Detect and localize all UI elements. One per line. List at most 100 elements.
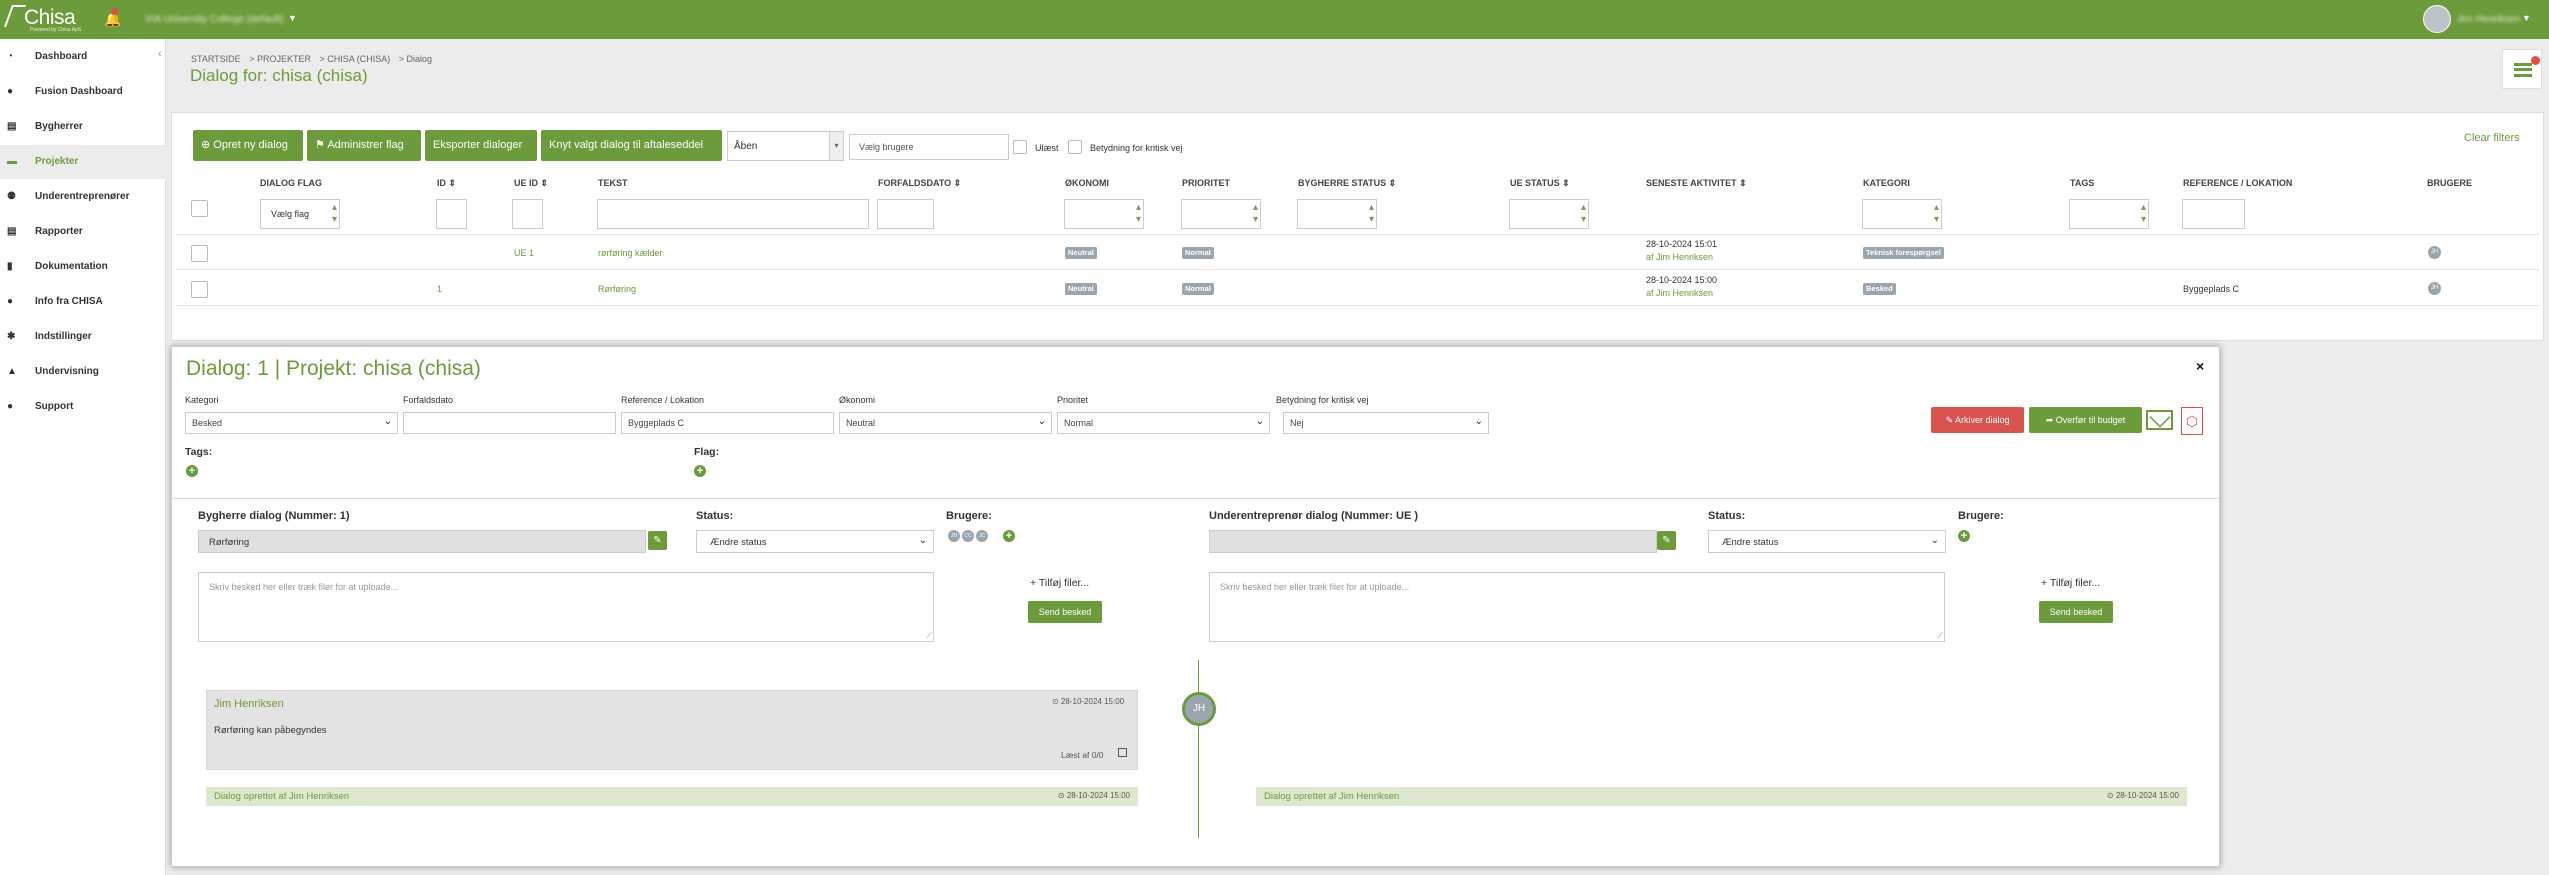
add-tag-icon[interactable]: + [186,465,198,477]
list-toggle-button[interactable] [2502,49,2542,89]
users-filter-input[interactable]: Vælg brugere [849,134,1009,160]
link-agreement-button[interactable]: Knyt valgt dialog til aftaleseddel [541,130,722,161]
col-brugere[interactable]: BRUGERE [2427,178,2472,188]
id-filter-input[interactable] [436,199,467,229]
col-dialog-flag[interactable]: DIALOG FLAG [260,178,322,188]
client-status-select[interactable]: Ændre status ⌄ [696,530,934,553]
prioritet-select[interactable]: Normal ⌄ [1057,412,1270,434]
client-send-button[interactable]: Send besked [1028,601,1102,623]
reference-filter-input[interactable] [2182,199,2245,229]
message-author[interactable]: Jim Henriksen [214,698,284,710]
critical-path-checkbox[interactable] [1068,140,1082,154]
client-message-input[interactable]: Skriv besked her eller træk filer for at… [198,572,934,642]
kategori-select[interactable]: Besked ⌄ [185,412,398,434]
archive-dialog-button[interactable]: ✎ Arkiver dialog [1931,407,2024,433]
sidebar-item-projekter[interactable]: ▬ Projekter [0,145,166,179]
col-seneste-aktivitet[interactable]: SENESTE AKTIVITET ⇕ [1646,178,1747,189]
caret-down-icon: ▾ [829,132,843,160]
pdf-icon[interactable]: ⬡ [2181,407,2203,435]
user-avatar[interactable]: CC [962,530,974,542]
export-dialogs-button[interactable]: Eksporter dialoger [425,130,537,161]
add-user-icon[interactable]: + [1958,530,1970,542]
edit-icon[interactable]: ✎ [1657,531,1676,550]
sidebar-item-underentreprenorer[interactable]: ⚉ Underentreprenører [0,180,166,214]
sidebar-item-dokumentation[interactable]: ▮ Dokumentation [0,250,166,284]
col-okonomi[interactable]: ØKONOMI [1065,178,1109,188]
forfaldsdato-filter-input[interactable] [877,199,934,229]
row-checkbox[interactable] [191,245,208,262]
client-add-files-link[interactable]: + Tilføj filer... [1030,577,1089,589]
sidebar-item-fusion-dashboard[interactable]: ● Fusion Dashboard [0,75,166,109]
col-reference[interactable]: REFERENCE / LOKATION [2183,178,2292,188]
kategori-filter-select[interactable] [1862,199,1942,229]
client-subject-field[interactable]: Rørføring [198,530,646,553]
breadcrumb-startside[interactable]: STARTSIDE [191,54,241,64]
row-text-link[interactable]: Rørføring [598,284,636,294]
user-menu[interactable]: Jim Henriksen [2457,14,2520,25]
col-forfaldsdato[interactable]: FORFALDSDATO ⇕ [878,178,961,189]
col-tekst[interactable]: TEKST [598,178,628,188]
row-checkbox[interactable] [191,281,208,298]
add-flag-icon[interactable]: + [694,465,706,477]
sidebar-item-bygherrer[interactable]: ▤ Bygherrer [0,110,166,144]
edit-icon[interactable]: ✎ [648,531,667,550]
breadcrumb-projekter[interactable]: > PROJEKTER [249,54,311,64]
gear-icon: ✱ [7,331,16,342]
col-tags[interactable]: TAGS [2070,178,2094,188]
transfer-budget-button[interactable]: ➦ Overfør til budget [2029,407,2142,433]
activity-author[interactable]: af Jim Henriksen [1646,288,1713,298]
breadcrumb-project[interactable]: > CHISA (CHISA) [319,54,390,64]
flag-filter-select[interactable]: Vælg flag [260,199,340,229]
user-avatar[interactable]: JH [2428,282,2441,295]
forfaldsdato-input[interactable] [403,412,616,434]
sidebar-item-support[interactable]: ● Support [0,390,166,424]
col-kategori[interactable]: KATEGORI [1863,178,1910,188]
caret-down-icon[interactable]: ▼ [2522,13,2531,23]
sidebar-item-dashboard[interactable]: ◔ Dashboard [0,40,166,74]
bygherre-status-filter-select[interactable] [1297,199,1377,229]
sub-status-select[interactable]: Ændre status ⌄ [1708,530,1946,553]
col-id[interactable]: ID ⇕ [437,178,456,189]
sub-message-input[interactable]: Skriv besked her eller træk filer for at… [1209,572,1945,642]
sidebar-item-indstillinger[interactable]: ✱ Indstillinger [0,320,166,354]
unread-checkbox[interactable] [1013,140,1027,154]
okonomi-filter-select[interactable] [1064,199,1144,229]
copy-icon[interactable] [1118,748,1127,757]
manage-flags-button[interactable]: ⚑ Administrer flag [307,130,421,161]
ue-status-filter-select[interactable] [1509,199,1589,229]
okonomi-select[interactable]: Neutral ⌄ [839,412,1052,434]
user-avatar[interactable]: JH [948,530,960,542]
clear-filters-link[interactable]: Clear filters [2464,132,2520,144]
col-ue-status[interactable]: UE STATUS ⇕ [1510,178,1570,189]
sub-subject-field[interactable] [1209,530,1657,553]
col-ue-id[interactable]: UE ID ⇕ [514,178,548,189]
sidebar-item-undervisning[interactable]: ▲ Undervisning [0,355,166,389]
caret-down-icon[interactable]: ▼ [288,13,297,23]
close-icon[interactable]: × [2196,358,2204,374]
select-all-checkbox[interactable] [191,200,208,217]
sidebar-item-rapporter[interactable]: ▤ Rapporter [0,215,166,249]
activity-author[interactable]: af Jim Henriksen [1646,252,1713,262]
col-prioritet[interactable]: PRIORITET [1182,178,1230,188]
row-ue-id[interactable]: UE 1 [514,248,534,258]
row-id[interactable]: 1 [437,284,442,294]
col-bygherre-status[interactable]: BYGHERRE STATUS ⇕ [1298,178,1396,189]
row-text-link[interactable]: rørføring kælder [598,248,663,258]
status-filter-select[interactable]: Åben ▾ [727,131,844,161]
organisation-selector[interactable]: VIA University College (default) [145,14,283,25]
sub-add-files-link[interactable]: + Tilføj filer... [2041,577,2100,589]
prioritet-filter-select[interactable] [1181,199,1261,229]
mail-icon[interactable] [2146,410,2173,430]
create-dialog-button[interactable]: ⊕ Opret ny dialog [193,130,303,161]
reference-input[interactable]: Byggeplads C [621,412,834,434]
sub-send-button[interactable]: Send besked [2039,601,2113,623]
ue-id-filter-input[interactable] [512,199,543,229]
user-avatar[interactable] [2423,5,2451,33]
sidebar-item-info[interactable]: ● Info fra CHISA [0,285,166,319]
add-user-icon[interactable]: + [1003,530,1015,542]
kritisk-vej-select[interactable]: Nej ⌄ [1283,412,1489,434]
tekst-filter-input[interactable] [597,199,869,229]
user-avatar[interactable]: JH [2428,246,2441,259]
user-avatar[interactable]: JC [976,530,988,542]
tags-filter-select[interactable] [2069,199,2149,229]
